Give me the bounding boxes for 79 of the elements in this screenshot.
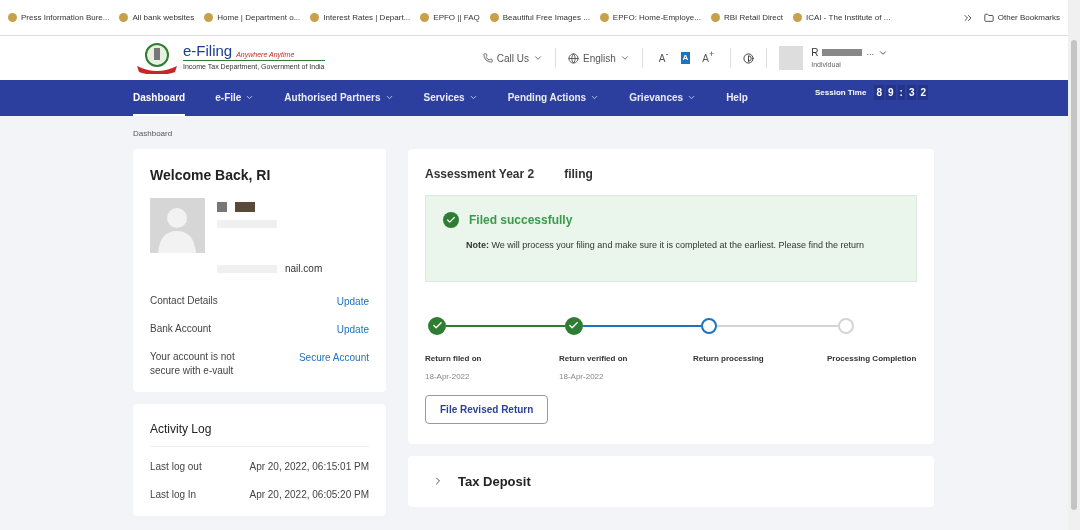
caret-icon [533,53,544,63]
activity-value: Apr 20, 2022, 06:15:01 PM [249,460,369,474]
session-digit: 9 [885,85,896,100]
nav-tab[interactable]: Pending Actions [507,80,600,116]
session-digit: 2 [918,85,928,100]
name-ellipsis: ... [866,46,874,59]
activity-label: Last log out [150,460,202,474]
profile-row-label: Your account is not secure with e-vault [150,350,236,378]
bookmark-link[interactable]: Press Information Bure... [8,11,110,24]
user-name[interactable]: R [811,45,819,61]
bookmark-link[interactable]: EPFO || FAQ [420,11,480,24]
file-revised-return-button[interactable]: File Revised Return [425,394,549,424]
folder-icon [983,12,994,23]
bookmark-favicon-icon [489,13,499,22]
nav-tab[interactable]: Dashboard [133,80,186,116]
bookmark-link[interactable]: EPFO: Home-Employe... [599,11,701,24]
welcome-title: Welcome Back, RI [150,166,272,185]
step-label: Return verified on [559,352,629,365]
globe-icon [568,52,580,64]
bookmark-favicon-icon [119,13,129,22]
bookmark-link[interactable]: Interest Rates | Depart... [310,11,411,24]
bookmark-link[interactable]: Home | Department o... [204,11,301,24]
normal-font-button[interactable]: A [680,52,691,64]
redacted-block [822,49,863,57]
decrease-font-button[interactable]: A$^{-}$ [658,50,669,66]
step-date: 18-Apr-2022 [559,370,605,383]
session-time-label: Session Time [814,86,867,99]
session-digit: 3 [906,85,917,100]
redacted-block [235,202,255,212]
redacted-block [217,202,227,212]
step-date: 18-Apr-2022 [425,370,471,383]
profile-action-link[interactable]: Update [336,322,369,337]
step-label: Return processing [693,352,765,365]
activity-value: Apr 20, 2022, 06:05:20 PM [249,488,369,502]
logo-title: e-Filing [183,43,233,59]
bookmark-favicon-icon [793,13,802,22]
activity-title: Activity Log [150,420,369,447]
call-us-button[interactable]: Call Us [482,50,544,66]
bookmark-link[interactable]: Beautiful Free Images ... [489,11,590,24]
step-label: Return filed on [425,352,483,365]
session-digit: 8 [874,85,884,100]
status-text: Filed successfully [469,212,573,229]
bookmark-link[interactable]: ICAI - The Institute of ... [793,11,891,24]
bookmark-favicon-icon [599,13,609,22]
bookmark-favicon-icon [310,13,320,22]
language-dropdown[interactable]: English [568,50,630,66]
profile-row-label: Bank Account [150,322,213,336]
step-label: Processing Completion [827,352,917,365]
bookmark-favicon-icon [420,13,430,22]
nav-tab[interactable]: Authorised Partners [284,80,394,116]
bookmark-favicon-icon [710,13,720,22]
tax-deposit-card[interactable]: Tax Deposit [408,455,934,507]
nav-tab[interactable]: e-File [215,80,255,116]
avatar-placeholder [779,46,804,70]
note-text: Note: We will process your filing and make sure it is completed at the earliest. Please find the return [466,239,865,252]
nav-tab[interactable]: Help [726,80,748,116]
bookmark-link[interactable]: RBI Retail Direct [710,11,783,24]
nav-tab[interactable]: Services [423,80,478,116]
profile-action-link[interactable]: Secure Account [298,350,369,365]
other-bookmarks-link[interactable]: Other Bookmarks [983,11,1060,24]
profile-silhouette-icon [150,198,205,253]
nav-tab[interactable]: Grievances [629,80,697,116]
filing-title-end: filing [564,166,593,183]
contrast-icon[interactable] [743,52,755,64]
caret-icon [619,53,630,63]
breadcrumb: Dashboard [133,128,174,140]
emblem-logo-icon [135,42,179,74]
profile-row-label: Contact Details [150,294,219,308]
bookmark-favicon-icon [8,13,17,22]
tax-deposit-title: Tax Deposit [458,472,531,491]
increase-font-button[interactable]: A$^{+}$ [702,50,715,66]
profile-action-link[interactable]: Update [336,294,369,309]
session-digit: : [897,85,905,100]
bookmark-favicon-icon [204,13,214,22]
phone-icon [482,53,493,63]
activity-label: Last log In [150,488,197,502]
email-text: nail.com [285,262,323,276]
bookmark-link[interactable]: All bank websites [119,11,195,24]
filing-title: Assessment Year 2 [425,166,535,183]
